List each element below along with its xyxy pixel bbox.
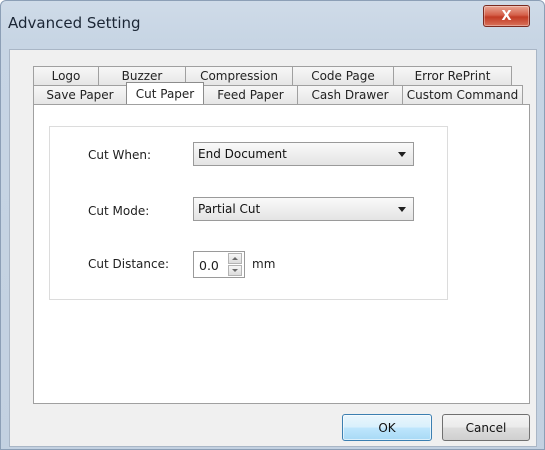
cut-when-value: End Document [198,147,287,161]
cut-mode-value: Partial Cut [198,202,261,216]
spin-up-icon[interactable] [228,253,242,264]
spin-down-icon[interactable] [228,265,242,276]
ok-button[interactable]: OK [342,414,432,441]
cut-distance-unit: mm [252,257,276,271]
tab-save-paper[interactable]: Save Paper [33,85,127,104]
tab-row-back: Logo Buzzer Compression Code Page Error … [33,66,512,85]
tab-logo[interactable]: Logo [33,66,99,85]
cut-distance-value: 0.0 [199,258,219,273]
window-title: Advanced Setting [8,14,141,32]
tab-feed-paper[interactable]: Feed Paper [203,85,298,104]
tab-row-front: Save Paper Cut Paper Feed Paper Cash Dra… [33,82,523,104]
tab-custom-command[interactable]: Custom Command [402,85,523,104]
close-icon: X [501,8,512,24]
cut-mode-select[interactable]: Partial Cut [193,197,414,221]
cut-when-select[interactable]: End Document [193,142,414,166]
cut-mode-label: Cut Mode: [88,204,150,218]
chevron-down-icon [398,207,406,212]
cut-distance-input[interactable]: 0.0 [193,251,245,278]
tab-cut-paper[interactable]: Cut Paper [126,82,204,104]
tab-code-page[interactable]: Code Page [292,66,394,85]
title-bar[interactable]: Advanced Setting X [1,1,544,49]
cancel-button[interactable]: Cancel [442,414,530,441]
chevron-down-icon [398,152,406,157]
close-button[interactable]: X [483,5,530,27]
tab-cash-drawer[interactable]: Cash Drawer [297,85,403,104]
cut-distance-label: Cut Distance: [88,257,170,271]
tab-error-reprint[interactable]: Error RePrint [393,66,512,85]
cut-when-label: Cut When: [88,148,152,162]
